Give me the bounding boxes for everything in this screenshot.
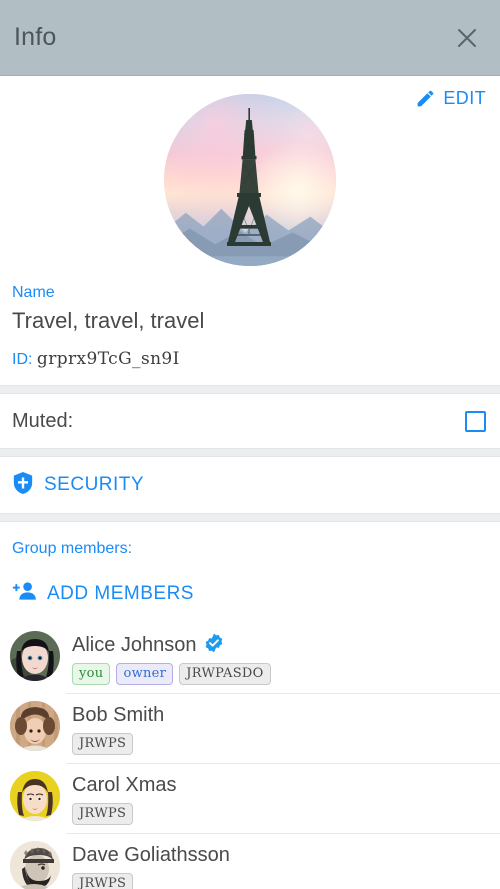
security-button[interactable]: SECURITY bbox=[0, 457, 500, 513]
group-avatar[interactable] bbox=[164, 94, 336, 266]
status-badge: JRWPS bbox=[72, 733, 134, 755]
pencil-icon bbox=[415, 88, 436, 109]
member-tags: JRWPS bbox=[72, 803, 176, 825]
list-item[interactable]: Carol Xmas JRWPS bbox=[0, 763, 500, 833]
muted-checkbox[interactable] bbox=[465, 410, 486, 432]
section-divider bbox=[0, 385, 500, 394]
section-divider bbox=[0, 448, 500, 457]
add-members-button[interactable]: ADD MEMBERS bbox=[0, 560, 500, 623]
man-fur-hat-avatar bbox=[10, 701, 60, 751]
member-name: Dave Goliathsson bbox=[72, 844, 230, 866]
list-item[interactable]: Bob Smith JRWPS bbox=[0, 693, 500, 763]
profile-section: EDIT Name Travel, travel, travel ID: grp… bbox=[0, 76, 500, 385]
avatar bbox=[10, 771, 60, 821]
status-badge: you bbox=[72, 663, 111, 685]
avatar bbox=[10, 841, 60, 889]
member-name-row: Alice Johnson bbox=[72, 632, 271, 658]
close-icon bbox=[456, 27, 478, 49]
id-label: ID: bbox=[12, 351, 33, 368]
muted-section: Muted: bbox=[0, 394, 500, 448]
group-members-label: Group members: bbox=[12, 540, 133, 557]
edit-button[interactable]: EDIT bbox=[415, 88, 486, 109]
avatar bbox=[10, 701, 60, 751]
member-info: Carol Xmas JRWPS bbox=[72, 771, 176, 825]
verified-badge-icon bbox=[204, 633, 224, 658]
close-button[interactable] bbox=[450, 21, 484, 55]
name-label: Name bbox=[12, 284, 55, 301]
status-badge: JRWPS bbox=[72, 803, 134, 825]
security-label: SECURITY bbox=[44, 474, 145, 495]
member-tags: JRWPS bbox=[72, 733, 164, 755]
woman-dark-bob-haircut-avatar bbox=[10, 631, 60, 681]
muted-label: Muted: bbox=[12, 409, 74, 432]
member-name-row: Bob Smith bbox=[72, 702, 164, 728]
section-divider bbox=[0, 513, 500, 522]
group-name-block: Name Travel, travel, travel ID: grprx9Tc… bbox=[0, 266, 500, 385]
member-info: Bob Smith JRWPS bbox=[72, 701, 164, 755]
person-add-icon bbox=[12, 580, 38, 607]
bearded-man-beanie-avatar bbox=[10, 841, 60, 889]
page-title: Info bbox=[14, 23, 57, 51]
member-info: Dave Goliathsson JRWPS bbox=[72, 841, 230, 889]
woman-yellow-background-avatar bbox=[10, 771, 60, 821]
member-name-row: Carol Xmas bbox=[72, 772, 176, 798]
edit-label: EDIT bbox=[443, 88, 486, 108]
member-name-row: Dave Goliathsson bbox=[72, 842, 230, 868]
group-id-row: ID: grprx9TcG_sn9I bbox=[12, 348, 488, 371]
members-section: Group members: ADD MEMBERS Alice Johnson… bbox=[0, 522, 500, 889]
id-value: grprx9TcG_sn9I bbox=[36, 349, 180, 369]
member-info: Alice Johnson you owner JRWPASDO bbox=[72, 631, 271, 685]
member-name: Bob Smith bbox=[72, 704, 165, 726]
list-item[interactable]: Dave Goliathsson JRWPS bbox=[0, 833, 500, 889]
list-item[interactable]: Alice Johnson you owner JRWPASDO bbox=[0, 623, 500, 693]
member-tags: JRWPS bbox=[72, 873, 230, 889]
group-avatar-container bbox=[0, 90, 500, 266]
muted-row[interactable]: Muted: bbox=[0, 394, 500, 448]
avatar bbox=[10, 631, 60, 681]
member-tags: you owner JRWPASDO bbox=[72, 663, 271, 685]
group-name-value: Travel, travel, travel bbox=[12, 308, 205, 333]
member-name: Alice Johnson bbox=[72, 634, 197, 656]
eiffel-tower-icon bbox=[227, 108, 271, 246]
members-heading-container: Group members: bbox=[0, 522, 500, 560]
status-badge: JRWPASDO bbox=[179, 663, 271, 685]
status-badge: JRWPS bbox=[72, 873, 134, 889]
info-titlebar: Info bbox=[0, 0, 500, 76]
add-members-label: ADD MEMBERS bbox=[47, 582, 194, 604]
status-badge: owner bbox=[116, 663, 174, 685]
shield-icon bbox=[12, 471, 34, 500]
member-name: Carol Xmas bbox=[72, 774, 177, 796]
security-section: SECURITY bbox=[0, 457, 500, 513]
